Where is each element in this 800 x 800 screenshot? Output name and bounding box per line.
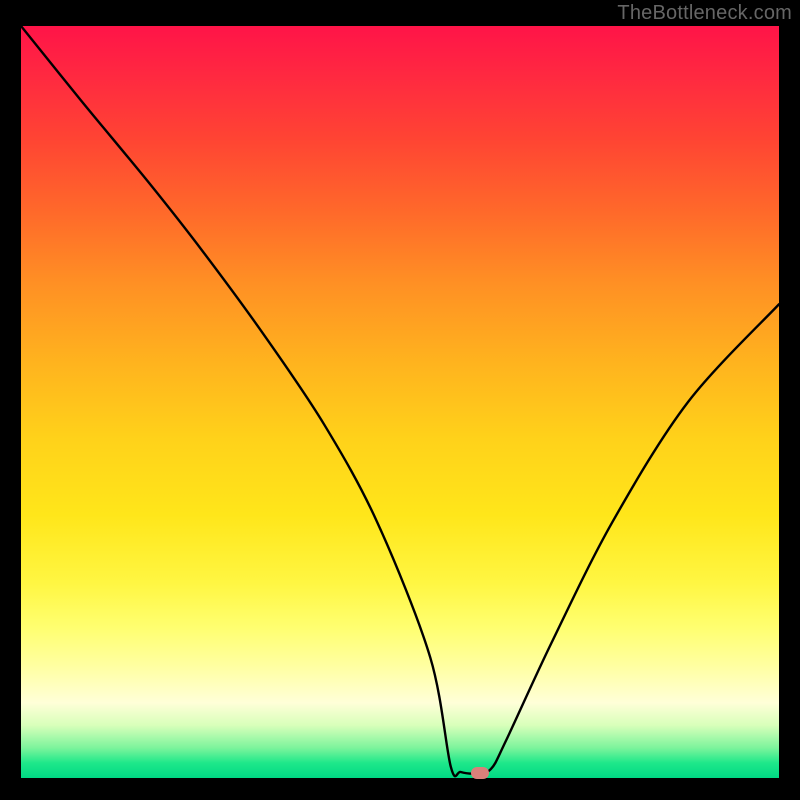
chart-frame: TheBottleneck.com: [0, 0, 800, 800]
bottleneck-curve: [21, 26, 779, 778]
watermark-text: TheBottleneck.com: [617, 2, 792, 25]
optimal-point-marker: [471, 767, 489, 779]
plot-area: [21, 26, 779, 778]
